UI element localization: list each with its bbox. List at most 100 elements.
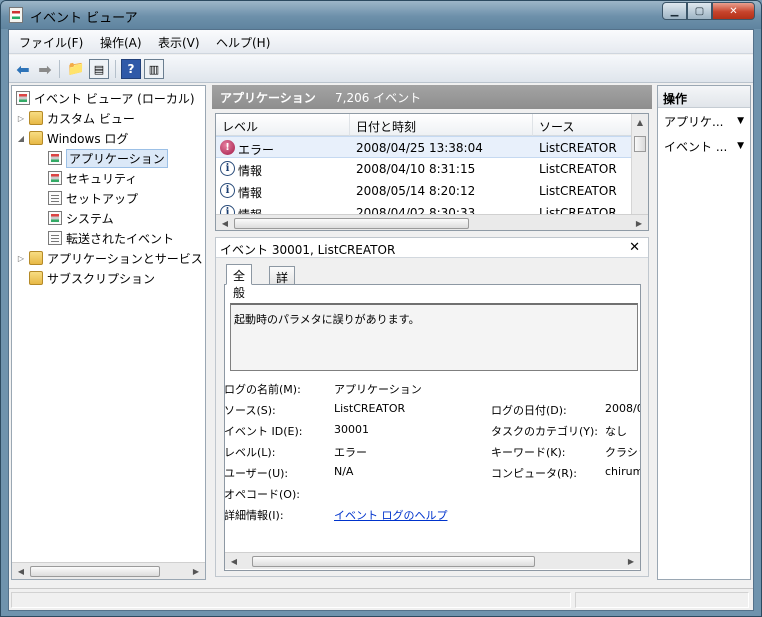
column-header-level[interactable]: レベル xyxy=(216,114,350,136)
show-hide-tree-button[interactable]: ▤ xyxy=(89,59,109,79)
log-icon xyxy=(48,171,62,185)
log-name: アプリケーション xyxy=(220,91,316,105)
scroll-right-icon[interactable]: ▶ xyxy=(190,565,202,577)
menu-action[interactable]: 操作(A) xyxy=(100,34,142,51)
menu-view[interactable]: 表示(V) xyxy=(158,34,200,51)
event-list-horizontal-scrollbar[interactable]: ◀ ▶ xyxy=(216,214,648,230)
event-level: エラー xyxy=(238,143,275,157)
subscription-folder-icon xyxy=(29,271,43,285)
action-pane-icon: ▥ xyxy=(148,62,160,76)
tree-item-system[interactable]: システム xyxy=(48,209,114,227)
tab-general[interactable]: 全般 xyxy=(226,264,253,300)
tree-item-subscriptions[interactable]: サブスクリプション xyxy=(29,269,155,287)
column-header-source[interactable]: ソース xyxy=(533,114,632,136)
menu-help[interactable]: ヘルプ(H) xyxy=(216,34,270,51)
column-header-datetime[interactable]: 日付と時刻 xyxy=(350,114,533,136)
event-row[interactable]: i 情報 2008/05/14 8:20:12 ListCREATOR xyxy=(216,180,632,202)
scroll-thumb[interactable] xyxy=(30,566,160,577)
status-cell xyxy=(11,592,571,608)
scroll-left-icon[interactable]: ◀ xyxy=(219,217,231,229)
menu-file[interactable]: ファイル(F) xyxy=(19,34,83,51)
event-id-label: イベント ID(E): xyxy=(224,425,303,438)
detail-horizontal-scrollbar[interactable]: ◀ ▶ xyxy=(225,552,640,569)
menu-bar: ファイル(F) 操作(A) 表示(V) ヘルプ(H) xyxy=(9,30,753,54)
source-value: ListCREATOR xyxy=(334,402,406,415)
minimize-button[interactable]: ▁ xyxy=(662,2,687,20)
toolbar-separator xyxy=(115,60,116,78)
maximize-icon: ▢ xyxy=(694,5,705,17)
scroll-left-icon[interactable]: ◀ xyxy=(15,565,27,577)
scroll-thumb[interactable] xyxy=(234,218,469,229)
title-bar[interactable]: イベント ビューア ▁ ▢ ✕ xyxy=(1,1,761,29)
event-row[interactable]: i 情報 2008/04/10 8:31:15 ListCREATOR xyxy=(216,158,632,180)
level-label: レベル(L): xyxy=(224,446,276,459)
tree-item-label: セットアップ xyxy=(66,191,139,206)
scroll-right-icon[interactable]: ▶ xyxy=(625,555,637,567)
action-label: アプリケ... xyxy=(664,115,724,129)
tree-horizontal-scrollbar[interactable]: ◀ ▶ xyxy=(12,562,205,579)
tree-item-custom-views[interactable]: ▷ カスタム ビュー xyxy=(16,109,135,127)
event-datetime: 2008/04/25 13:38:04 xyxy=(356,141,483,155)
event-list-vertical-scrollbar[interactable]: ▲ xyxy=(631,114,648,214)
client-area: ファイル(F) 操作(A) 表示(V) ヘルプ(H) ⬅ ➡ 📁 ▤ ? ▥ イ… xyxy=(8,29,754,611)
toolbar-separator xyxy=(59,60,60,78)
info-icon: i xyxy=(220,161,235,176)
expand-icon[interactable]: ▷ xyxy=(16,114,26,123)
help-button[interactable]: ? xyxy=(121,59,141,79)
forward-button[interactable]: ➡ xyxy=(35,59,55,79)
close-button[interactable]: ✕ xyxy=(712,2,755,20)
more-info-label: 詳細情報(I): xyxy=(224,509,284,522)
event-source: ListCREATOR xyxy=(539,162,617,176)
tree-root-label: イベント ビューア (ローカル) xyxy=(34,91,195,106)
tree-item-application[interactable]: アプリケーション xyxy=(48,148,168,168)
scroll-up-icon[interactable]: ▲ xyxy=(634,116,646,128)
event-id-value: 30001 xyxy=(334,423,369,436)
chevron-down-icon: ▼ xyxy=(737,116,744,126)
general-tab-panel: 起動時のパラメタに誤りがあります。 ログの名前(M): アプリケーション ソース… xyxy=(224,284,641,571)
event-datetime: 2008/04/02 8:30:33 xyxy=(356,206,476,214)
status-bar xyxy=(9,588,753,610)
tree-item-forwarded-events[interactable]: 転送されたイベント xyxy=(48,229,174,247)
scroll-thumb[interactable] xyxy=(634,136,646,152)
help-icon: ? xyxy=(127,62,135,76)
tab-details[interactable]: 詳細 xyxy=(269,266,296,302)
tree-item-setup[interactable]: セットアップ xyxy=(48,189,138,207)
maximize-button[interactable]: ▢ xyxy=(687,2,712,20)
event-source: ListCREATOR xyxy=(539,141,617,155)
collapse-icon[interactable]: ◢ xyxy=(16,134,26,143)
action-application[interactable]: アプリケ... ▼ xyxy=(664,113,750,130)
minimize-icon: ▁ xyxy=(670,5,679,17)
event-row[interactable]: ! エラー 2008/04/25 13:38:04 ListCREATOR xyxy=(216,136,632,158)
event-row[interactable]: i 情報 2008/04/02 8:30:33 ListCREATOR xyxy=(216,202,632,214)
log-icon xyxy=(48,151,62,165)
tree-item-windows-logs[interactable]: ◢ Windows ログ xyxy=(16,129,128,147)
tree-item-label: サブスクリプション xyxy=(47,271,156,286)
up-folder-button[interactable]: 📁 xyxy=(66,59,86,79)
center-pane: アプリケーション 7,206 イベント レベル 日付と時刻 ソース ! エラー … xyxy=(212,85,652,580)
close-icon[interactable]: ✕ xyxy=(629,240,640,255)
scroll-thumb[interactable] xyxy=(252,556,535,567)
event-level: 情報 xyxy=(238,164,263,178)
tree-item-security[interactable]: セキュリティ xyxy=(48,169,137,187)
back-button[interactable]: ⬅ xyxy=(13,59,33,79)
scroll-right-icon[interactable]: ▶ xyxy=(633,217,645,229)
scroll-left-icon[interactable]: ◀ xyxy=(228,555,240,567)
action-event[interactable]: イベント ... ▼ xyxy=(664,138,750,155)
logged-value: 2008/0 xyxy=(605,402,641,415)
event-description[interactable]: 起動時のパラメタに誤りがあります。 xyxy=(230,303,638,371)
log-name-value: アプリケーション xyxy=(334,383,422,396)
info-icon: i xyxy=(220,183,235,198)
tree-item-label: Windows ログ xyxy=(47,131,129,146)
expand-icon[interactable]: ▷ xyxy=(16,254,26,263)
event-level: 情報 xyxy=(238,206,262,214)
tree-root[interactable]: イベント ビューア (ローカル) xyxy=(16,89,195,107)
show-hide-action-pane-button[interactable]: ▥ xyxy=(144,59,164,79)
detail-title: イベント 30001, ListCREATOR xyxy=(220,243,396,257)
tree-item-app-services[interactable]: ▷ アプリケーションとサービス xyxy=(16,249,203,267)
keywords-label: キーワード(K): xyxy=(491,446,566,459)
caption-buttons: ▁ ▢ ✕ xyxy=(662,2,755,20)
level-value: エラー xyxy=(334,446,367,459)
source-label: ソース(S): xyxy=(224,404,276,417)
tree-item-label: セキュリティ xyxy=(66,171,138,186)
event-log-help-link[interactable]: イベント ログのヘルプ xyxy=(334,507,448,523)
